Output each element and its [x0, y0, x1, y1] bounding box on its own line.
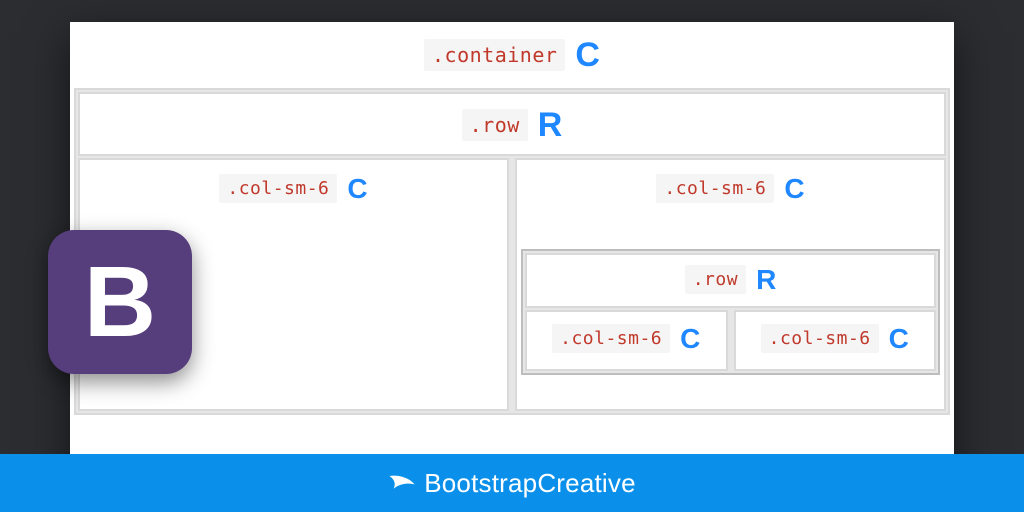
brand-wing-icon [388, 472, 416, 494]
bootstrap-logo-letter: B [84, 252, 156, 352]
nested-col-right-letter: C [889, 325, 909, 353]
nested-columns-wrapper: .col-sm-6 C .col-sm-6 C [523, 310, 938, 373]
row-label: .row R [78, 92, 946, 156]
bootstrap-logo-badge: B [48, 230, 192, 374]
container-label: .container C [72, 24, 952, 84]
nested-row-label: .row R [525, 253, 936, 308]
row-class-chip: .row [462, 109, 528, 141]
row-letter: R [538, 108, 563, 142]
container-class-chip: .container [424, 39, 565, 71]
nested-row-letter: R [756, 266, 776, 294]
col-right-class-chip: .col-sm-6 [656, 174, 774, 203]
col-right: .col-sm-6 C .row R .col-sm-6 [515, 158, 946, 411]
columns-wrapper: .col-sm-6 C .col-sm-6 C .row [76, 158, 948, 413]
diagram-stage: .container C .row R .col-sm-6 C [70, 22, 954, 512]
col-left-label: .col-sm-6 C [80, 160, 507, 223]
col-right-label: .col-sm-6 C [517, 160, 944, 223]
col-right-letter: C [784, 175, 804, 203]
row-box: .row R .col-sm-6 C .col-sm-6 C [74, 88, 950, 415]
nested-col-right-label: .col-sm-6 C [736, 312, 935, 369]
col-right-body [517, 223, 944, 249]
nested-row-box: .row R .col-sm-6 C [521, 249, 940, 375]
nested-col-left: .col-sm-6 C [525, 310, 728, 371]
nested-col-left-label: .col-sm-6 C [527, 312, 726, 369]
nested-row-class-chip: .row [685, 265, 746, 294]
nested-col-left-letter: C [680, 325, 700, 353]
footer-bar: BootstrapCreative [0, 454, 1024, 512]
container-letter: C [575, 38, 600, 72]
col-left-letter: C [347, 175, 367, 203]
footer-brand-text: BootstrapCreative [424, 468, 636, 499]
container-box: .container C .row R .col-sm-6 C [70, 22, 954, 415]
col-left-class-chip: .col-sm-6 [219, 174, 337, 203]
nested-col-left-class-chip: .col-sm-6 [552, 324, 670, 353]
nested-col-right-class-chip: .col-sm-6 [761, 324, 879, 353]
nested-col-right: .col-sm-6 C [734, 310, 937, 371]
